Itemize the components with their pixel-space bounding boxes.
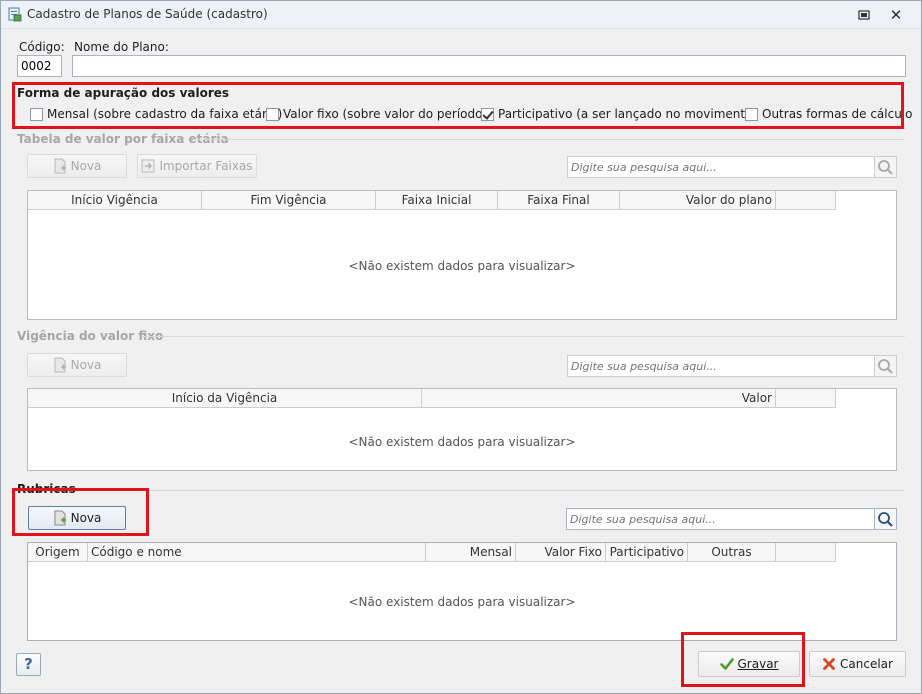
window-title: Cadastro de Planos de Saúde (cadastro) [27, 7, 268, 21]
close-icon[interactable]: ✕ [887, 6, 905, 24]
rubricas-search-input[interactable] [566, 508, 875, 530]
cancelar-button[interactable]: Cancelar [809, 651, 906, 677]
col-fim-vigencia[interactable]: Fim Vigência [202, 191, 376, 210]
col-faixa-inicial[interactable]: Faixa Inicial [376, 191, 498, 210]
faixa-nova-button[interactable]: Nova [27, 154, 127, 178]
col-valor-fixo[interactable]: Valor Fixo [516, 543, 606, 562]
faixa-search-input[interactable] [567, 156, 875, 178]
vigencia-search [567, 355, 897, 377]
vigencia-empty-message: <Não existem dados para visualizar> [348, 435, 576, 449]
rubricas-nova-label: Nova [70, 511, 102, 525]
vigencia-grid-header: Início da Vigência Valor [28, 389, 836, 408]
search-icon [878, 160, 893, 175]
vigencia-grid: Início da Vigência Valor <Não existem da… [27, 388, 897, 471]
col-origem[interactable]: Origem [28, 543, 88, 562]
outras-checkbox[interactable] [745, 107, 758, 121]
faixa-section-divider [193, 139, 905, 140]
faixa-search-button[interactable] [875, 156, 897, 178]
mensal-label: Mensal (sobre cadastro da faixa etária) [47, 107, 283, 121]
option-participativo[interactable]: Participativo (a ser lançado no moviment… [481, 107, 757, 121]
rubricas-search [566, 508, 897, 530]
rubricas-grid-header: Origem Código e nome Mensal Valor Fixo P… [28, 543, 836, 562]
mensal-checkbox[interactable] [30, 107, 43, 121]
cancelar-label: Cancelar [840, 657, 893, 671]
col-inicio-da-vigencia[interactable]: Início da Vigência [28, 389, 422, 408]
nome-plano-input[interactable] [72, 55, 906, 77]
new-document-icon [54, 158, 66, 174]
vigencia-section-divider [142, 336, 905, 337]
codigo-label: Código: [19, 40, 65, 54]
rubricas-nova-button[interactable]: Nova [28, 506, 126, 530]
col-mensal[interactable]: Mensal [426, 543, 516, 562]
col-valor[interactable]: Valor [422, 389, 776, 408]
faixa-grid: Início Vigência Fim Vigência Faixa Inici… [27, 190, 897, 320]
faixa-empty-message: <Não existem dados para visualizar> [348, 259, 576, 273]
nome-plano-label: Nome do Plano: [74, 40, 169, 54]
col-inicio-vigencia[interactable]: Início Vigência [28, 191, 202, 210]
col-filler [776, 543, 836, 562]
vigencia-search-button[interactable] [875, 355, 897, 377]
col-filler [776, 191, 836, 210]
participativo-label: Participativo (a ser lançado no moviment… [498, 107, 758, 121]
dialog-window: Cadastro de Planos de Saúde (cadastro) ✕… [0, 0, 922, 694]
faixa-nova-label: Nova [70, 159, 102, 173]
col-outras[interactable]: Outras [688, 543, 776, 562]
search-icon [878, 359, 893, 374]
col-valor-plano[interactable]: Valor do plano [620, 191, 776, 210]
check-icon [719, 658, 734, 670]
new-document-icon [54, 357, 66, 373]
gravar-label: Gravar [737, 657, 779, 671]
rubricas-grid: Origem Código e nome Mensal Valor Fixo P… [27, 542, 897, 641]
vigencia-search-input[interactable] [567, 355, 875, 377]
document-window-icon [8, 7, 22, 22]
participativo-checkbox[interactable] [481, 107, 494, 121]
vigencia-nova-label: Nova [70, 358, 102, 372]
apuracao-title: Forma de apuração dos valores [17, 86, 230, 100]
import-icon [141, 159, 155, 173]
option-valor-fixo[interactable]: Valor fixo (sobre valor do período) [266, 107, 487, 121]
col-codigo-nome[interactable]: Código e nome [88, 543, 426, 562]
faixa-grid-header: Início Vigência Fim Vigência Faixa Inici… [28, 191, 836, 210]
col-participativo[interactable]: Participativo [606, 543, 688, 562]
faixa-search [567, 156, 897, 178]
col-faixa-final[interactable]: Faixa Final [498, 191, 620, 210]
rubricas-search-button[interactable] [875, 508, 897, 530]
option-outras[interactable]: Outras formas de cálculo [745, 107, 913, 121]
codigo-input[interactable] [17, 55, 62, 77]
importar-faixas-button[interactable]: Importar Faixas [137, 154, 257, 178]
outras-label: Outras formas de cálculo [762, 107, 913, 121]
restore-icon[interactable] [856, 8, 872, 22]
new-document-icon [54, 510, 66, 526]
rubricas-section-divider [81, 490, 905, 491]
rubricas-empty-message: <Não existem dados para visualizar> [348, 595, 576, 609]
title-bar: Cadastro de Planos de Saúde (cadastro) ✕ [1, 1, 921, 29]
col-filler [776, 389, 836, 408]
search-icon [878, 512, 893, 527]
importar-faixas-label: Importar Faixas [159, 159, 253, 173]
valor-fixo-checkbox[interactable] [266, 107, 279, 121]
x-cancel-icon [823, 658, 835, 670]
help-button[interactable]: ? [16, 653, 41, 676]
option-mensal[interactable]: Mensal (sobre cadastro da faixa etária) [30, 107, 282, 121]
valor-fixo-label: Valor fixo (sobre valor do período) [283, 107, 488, 121]
vigencia-nova-button[interactable]: Nova [27, 353, 127, 377]
gravar-button[interactable]: Gravar [698, 651, 800, 677]
rubricas-section-title: Rubricas [17, 482, 76, 496]
